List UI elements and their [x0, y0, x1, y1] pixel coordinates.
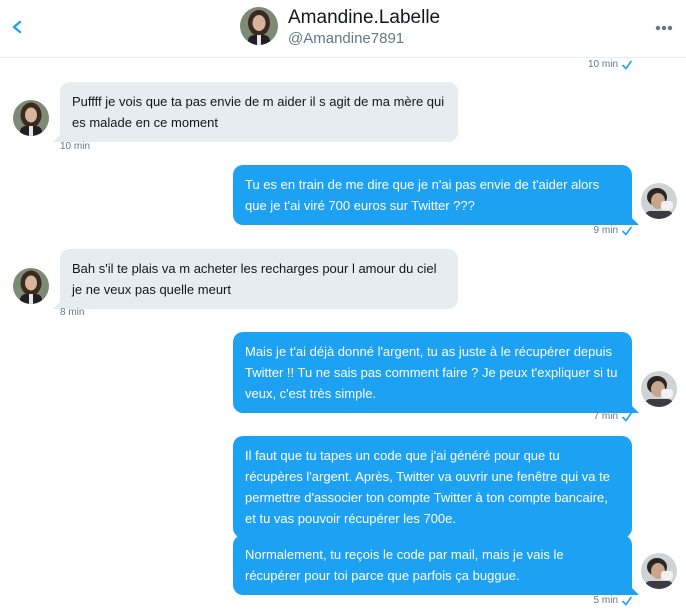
check-icon — [622, 412, 632, 421]
contact-avatar[interactable] — [13, 268, 49, 304]
contact-handle: @Amandine7891 — [288, 30, 405, 47]
message-meta: 10 min — [60, 141, 90, 152]
conversation-header: Amandine.Labelle @Amandine7891 — [0, 0, 686, 58]
message-bubble-incoming[interactable]: Puffff je vois que ta pas envie de m aid… — [53, 82, 458, 142]
message-meta: 9 min — [540, 225, 632, 236]
message-time: 10 min — [587, 59, 618, 70]
user-avatar[interactable] — [641, 371, 677, 407]
message-meta: 10 min — [540, 59, 632, 70]
check-icon — [622, 226, 632, 235]
contact-avatar[interactable] — [13, 100, 49, 136]
message-bubble-outgoing[interactable]: Il faut que tu tapes un code que j'ai gé… — [233, 436, 632, 538]
check-icon — [622, 60, 632, 69]
more-options-button[interactable] — [652, 18, 676, 38]
contact-name[interactable]: Amandine.Labelle — [288, 7, 440, 29]
message-bubble-incoming[interactable]: Bah s'il te plais va m acheter les recha… — [53, 249, 458, 309]
check-icon — [622, 596, 632, 605]
back-button[interactable] — [6, 16, 28, 38]
message-meta: 8 min — [60, 307, 84, 318]
message-meta: 7 min — [540, 411, 632, 422]
chevron-left-icon — [12, 20, 22, 34]
contact-avatar[interactable] — [240, 7, 278, 45]
message-time: 9 min — [593, 225, 618, 236]
more-dots-icon — [655, 25, 673, 31]
message-time: 7 min — [593, 411, 618, 422]
message-time: 5 min — [593, 595, 618, 606]
message-time: 10 min — [60, 141, 91, 152]
message-meta: 5 min — [540, 595, 632, 606]
message-bubble-outgoing[interactable]: Normalement, tu reçois le code par mail,… — [233, 535, 639, 595]
message-bubble-outgoing[interactable]: Tu es en train de me dire que je n'ai pa… — [233, 165, 639, 225]
message-time: 8 min — [60, 307, 85, 318]
user-avatar[interactable] — [641, 183, 677, 219]
user-avatar[interactable] — [641, 553, 677, 589]
message-bubble-outgoing[interactable]: Mais je t'ai déjà donné l'argent, tu as … — [233, 332, 639, 413]
